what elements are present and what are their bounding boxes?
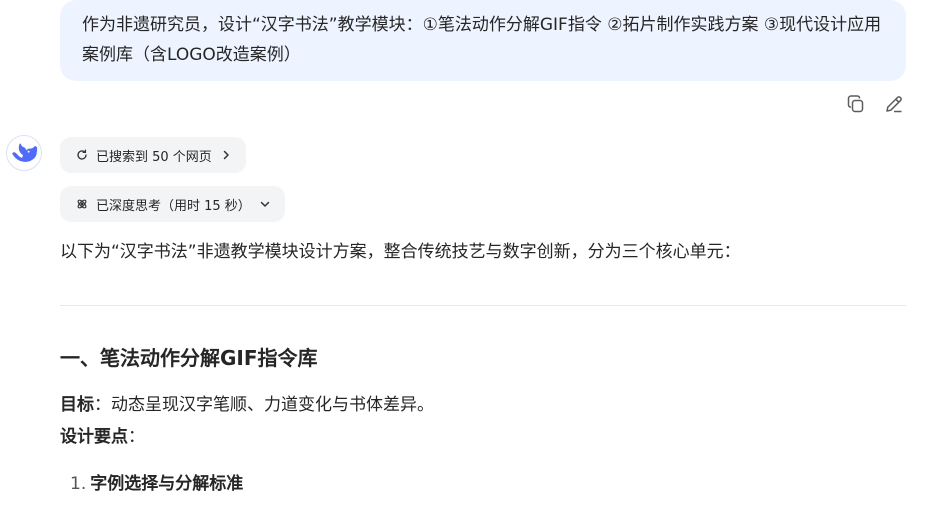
search-refresh-icon [77, 149, 87, 160]
design-points-paragraph: 设计要点： [60, 424, 145, 450]
section-divider [60, 305, 906, 306]
deep-think-pill[interactable]: 已深度思考（用时 15 秒） [60, 186, 285, 222]
search-results-pill[interactable]: 已搜索到 50 个网页 [60, 137, 246, 173]
user-message-bubble: 作为非遗研究员，设计“汉字书法”教学模块：①笔法动作分解GIF指令 ②拓片制作实… [60, 0, 906, 81]
chevron-down-icon [260, 201, 270, 207]
list-item-text: 字例选择与分解标准 [90, 474, 244, 494]
atom-icon [77, 199, 87, 209]
edit-icon[interactable] [882, 92, 906, 116]
chat-page: 作为非遗研究员，设计“汉字书法”教学模块：①笔法动作分解GIF指令 ②拓片制作实… [0, 0, 927, 505]
user-message-text: 作为非遗研究员，设计“汉字书法”教学模块：①笔法动作分解GIF指令 ②拓片制作实… [82, 15, 882, 65]
design-label: 设计要点 [60, 427, 128, 447]
goal-label: 目标 [60, 395, 94, 415]
search-pill-label: 已搜索到 50 个网页 [96, 149, 212, 165]
message-actions [844, 92, 906, 116]
think-pill-label: 已深度思考（用时 15 秒） [96, 198, 251, 214]
goal-text: ：动态呈现汉字笔顺、力道变化与书体差异。 [94, 395, 434, 415]
chevron-right-icon [223, 150, 229, 160]
list-item: 1. 字例选择与分解标准 [70, 470, 243, 498]
goal-paragraph: 目标：动态呈现汉字笔顺、力道变化与书体差异。 [60, 392, 434, 418]
section-heading: 一、笔法动作分解GIF指令库 [60, 346, 318, 370]
assistant-avatar [6, 135, 42, 171]
copy-icon[interactable] [844, 92, 868, 116]
list-item-number: 1. [70, 474, 87, 494]
design-colon: ： [128, 427, 145, 447]
answer-intro: 以下为“汉字书法”非遗教学模块设计方案，整合传统技艺与数字创新，分为三个核心单元… [60, 242, 741, 262]
whale-logo-icon [12, 143, 37, 162]
